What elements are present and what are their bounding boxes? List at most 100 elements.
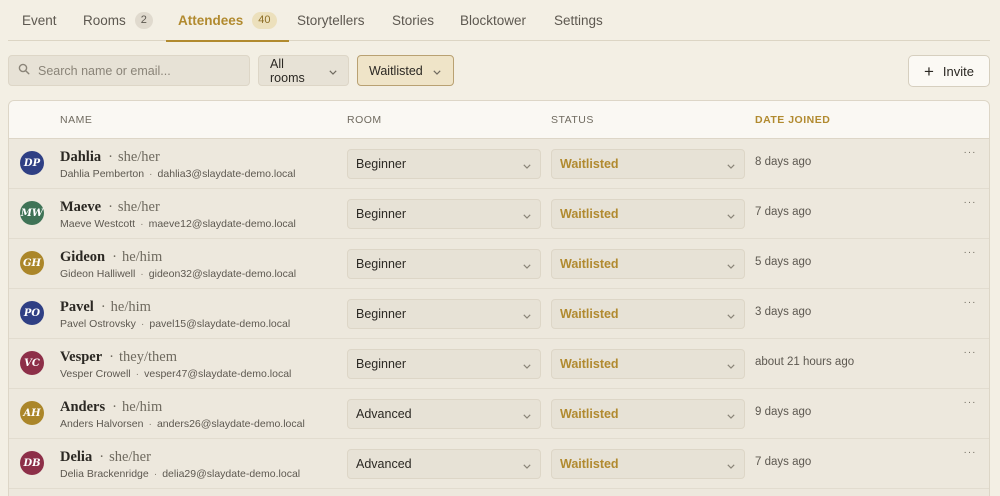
chevron-down-icon xyxy=(329,64,337,78)
date-joined: about 21 hours ago xyxy=(755,356,855,368)
separator-dot: · xyxy=(108,149,113,165)
table-row[interactable]: VC Vesper · they/them Vesper Crowell · vesper4… xyxy=(9,339,989,389)
attendee-pronouns: he/him xyxy=(121,399,163,415)
count-badge: 2 xyxy=(134,12,153,29)
table-row[interactable]: AH Anders · he/him Anders Halvorsen · anders26… xyxy=(9,389,989,439)
status-value: Waitlisted xyxy=(560,307,619,321)
separator-dot: · xyxy=(140,218,144,230)
room-filter-select[interactable]: All rooms xyxy=(258,55,349,86)
column-header-status[interactable]: STATUS xyxy=(551,101,594,139)
attendee-details: Vesper Crowell · vesper47@slaydate-demo.lo… xyxy=(60,368,291,380)
attendee-full-name: Anders Halvorsen xyxy=(60,418,144,430)
room-select[interactable]: Beginner xyxy=(347,149,541,179)
column-header-date-joined[interactable]: DATE JOINED xyxy=(755,101,830,139)
tab-label: Blocktower xyxy=(460,13,527,28)
table-row[interactable]: MW Maeve · she/her Maeve Westcott · maeve12@sl… xyxy=(9,189,989,239)
attendee-first-name: Delia xyxy=(60,449,93,465)
tab-rooms[interactable]: Rooms 2 xyxy=(83,0,153,41)
status-value: Waitlisted xyxy=(560,357,619,371)
more-actions-icon[interactable]: ··· xyxy=(959,347,981,363)
chevron-down-icon xyxy=(523,458,531,472)
status-select[interactable]: Waitlisted xyxy=(551,299,745,329)
status-select[interactable]: Waitlisted xyxy=(551,249,745,279)
separator-dot: · xyxy=(135,368,140,380)
status-select[interactable]: Waitlisted xyxy=(551,399,745,429)
status-value: Waitlisted xyxy=(560,457,619,471)
tab-label: Stories xyxy=(392,13,435,28)
tab-label: Event xyxy=(22,13,57,28)
status-select[interactable]: Waitlisted xyxy=(551,149,745,179)
room-filter-value: All rooms xyxy=(270,56,305,85)
separator-dot: · xyxy=(112,249,117,265)
column-header-name[interactable]: NAME xyxy=(60,101,92,139)
attendee-email: maeve12@slaydate-demo.local xyxy=(148,218,296,230)
more-actions-icon[interactable]: ··· xyxy=(959,197,981,213)
attendee-details: Maeve Westcott · maeve12@slaydate-demo.loc… xyxy=(60,218,296,230)
avatar: MW xyxy=(20,201,44,225)
room-value: Advanced xyxy=(356,457,412,471)
tab-storytellers[interactable]: Storytellers xyxy=(297,0,365,41)
chevron-down-icon xyxy=(727,408,735,422)
search-box xyxy=(8,55,250,86)
tab-stories[interactable]: Stories xyxy=(392,0,434,41)
room-select[interactable]: Beginner xyxy=(347,299,541,329)
avatar: DP xyxy=(20,151,44,175)
date-joined: 7 days ago xyxy=(755,456,812,468)
chevron-down-icon xyxy=(727,158,735,172)
more-actions-icon[interactable]: ··· xyxy=(959,447,981,463)
attendee-full-name: Vesper Crowell xyxy=(60,368,131,380)
invite-label: Invite xyxy=(942,63,974,79)
status-filter-value: Waitlisted xyxy=(369,63,423,78)
status-select[interactable]: Waitlisted xyxy=(551,199,745,229)
attendee-first-name: Gideon xyxy=(60,249,106,265)
avatar: VC xyxy=(20,351,44,375)
room-value: Beginner xyxy=(356,157,407,171)
room-value: Beginner xyxy=(356,257,407,271)
chevron-down-icon xyxy=(523,208,531,222)
date-joined: 8 days ago xyxy=(755,156,812,168)
separator-dot: · xyxy=(149,168,153,180)
column-header-room[interactable]: ROOM xyxy=(347,101,382,139)
attendee-email: pavel15@slaydate-demo.local xyxy=(149,318,291,330)
attendee-first-name: Dahlia xyxy=(60,149,102,165)
room-select[interactable]: Advanced xyxy=(347,399,541,429)
tab-settings[interactable]: Settings xyxy=(554,0,603,41)
tab-label: Rooms xyxy=(83,13,126,28)
table-row[interactable]: DP Dahlia · she/her Dahlia Pemberton · dahlia3… xyxy=(9,139,989,189)
room-select[interactable]: Beginner xyxy=(347,249,541,279)
chevron-down-icon xyxy=(523,258,531,272)
more-actions-icon[interactable]: ··· xyxy=(959,247,981,263)
date-joined: 3 days ago xyxy=(755,306,812,318)
chevron-down-icon xyxy=(523,158,531,172)
chevron-down-icon xyxy=(433,64,441,78)
chevron-down-icon xyxy=(727,258,735,272)
table-row[interactable]: DB Delia · she/her Delia Brackenridge · delia2… xyxy=(9,439,989,489)
avatar: GH xyxy=(20,251,44,275)
room-select[interactable]: Advanced xyxy=(347,449,541,479)
more-actions-icon[interactable]: ··· xyxy=(959,397,981,413)
separator-dot: · xyxy=(112,399,117,415)
room-select[interactable]: Beginner xyxy=(347,349,541,379)
status-select[interactable]: Waitlisted xyxy=(551,349,745,379)
status-filter-select[interactable]: Waitlisted xyxy=(357,55,454,86)
more-actions-icon[interactable]: ··· xyxy=(959,297,981,313)
separator-dot: · xyxy=(99,449,105,465)
attendee-email: anders26@slaydate-demo.local xyxy=(156,418,305,430)
tab-blocktower[interactable]: Blocktower xyxy=(460,0,526,41)
attendee-name-line: Vesper · they/them xyxy=(60,349,177,366)
search-input[interactable] xyxy=(38,63,238,78)
more-actions-icon[interactable]: ··· xyxy=(959,147,981,163)
attendees-table: NAME ROOM STATUS DATE JOINED DP Dahlia · sh… xyxy=(8,100,990,496)
table-row[interactable]: PO Pavel · he/him Pavel Ostrovsky · pavel15@sl… xyxy=(9,289,989,339)
table-row[interactable]: GH Gideon · he/him Gideon Halliwell · gideon32… xyxy=(9,239,989,289)
room-select[interactable]: Beginner xyxy=(347,199,541,229)
plus-icon: + xyxy=(923,61,934,81)
invite-button[interactable]: + Invite xyxy=(908,55,990,87)
chevron-down-icon xyxy=(523,408,531,422)
tab-attendees[interactable]: Attendees 40 xyxy=(166,0,288,42)
status-select[interactable]: Waitlisted xyxy=(551,449,745,479)
tab-event[interactable]: Event xyxy=(22,0,57,41)
room-value: Beginner xyxy=(356,207,407,221)
attendee-details: Pavel Ostrovsky · pavel15@slaydate-demo.lo… xyxy=(60,318,290,330)
chevron-down-icon xyxy=(727,458,735,472)
